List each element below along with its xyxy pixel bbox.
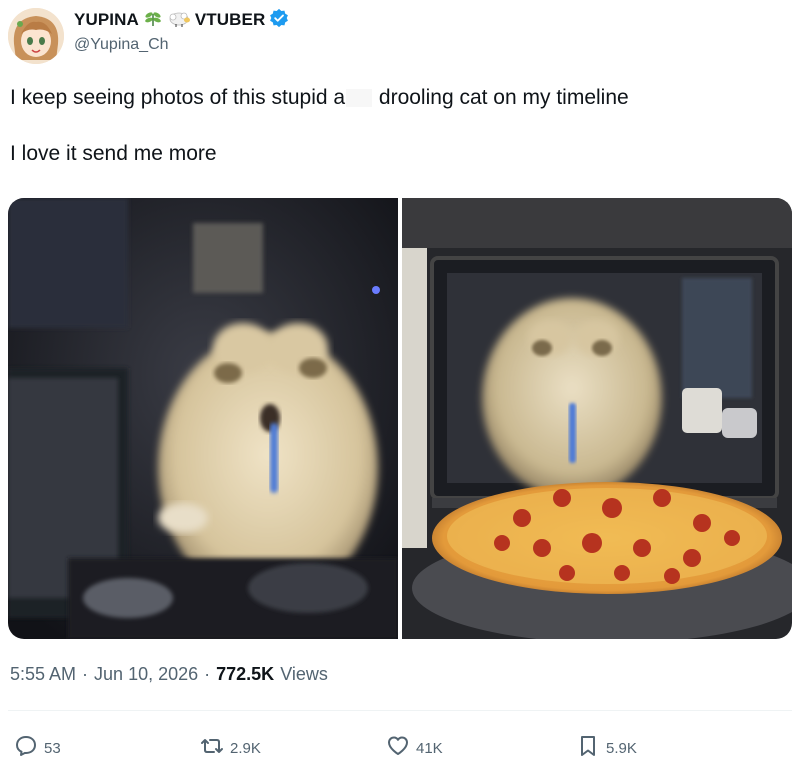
repost-count: 2.9K [230,739,261,757]
tweet-date[interactable]: Jun 10, 2026 [94,664,198,685]
views-label: Views [280,664,328,684]
bookmark-button[interactable]: 5.9K [576,734,637,762]
tweet-actions: 53 2.9K 41K 5.9K [0,728,800,764]
meta-separator: · [204,664,211,684]
repost-icon [200,734,224,762]
like-button[interactable]: 41K [386,734,443,762]
tweet-text-line1-end: drooling cat on my timeline [373,86,629,109]
author-name-row[interactable]: YUPINA VTUBER [74,8,289,32]
meta-separator: · [82,664,89,684]
like-count: 41K [416,739,443,757]
repost-button[interactable]: 2.9K [200,734,261,762]
tweet-text-line2: I love it send me more [10,142,217,165]
author-label[interactable]: VTUBER [195,10,266,30]
author-handle[interactable]: @Yupina_Ch [74,36,169,54]
sheep-emoji-icon [167,8,191,33]
media-photo-cat-microwave-pizza[interactable] [402,198,792,639]
verified-badge-icon[interactable] [269,8,289,33]
media-grid [8,198,792,639]
avatar-illustration [8,8,64,64]
tweet-text: I keep seeing photos of this stupid a dr… [10,84,790,168]
heart-icon [386,734,410,762]
reply-count: 53 [44,739,61,757]
herb-emoji-icon [143,8,163,33]
media-photo-cat-computer[interactable] [8,198,398,639]
tweet-time[interactable]: 5:55 AM [10,664,76,685]
tweet-meta: 5:55 AM · Jun 10, 2026 · 772.5K Views [10,664,328,685]
divider [8,710,792,711]
bookmark-icon [576,734,600,762]
views-count: 772.5K [216,664,275,684]
reply-icon [14,734,38,762]
author-display-name[interactable]: YUPINA [74,10,139,30]
avatar[interactable] [8,8,64,64]
bookmark-count: 5.9K [606,739,637,757]
reply-button[interactable]: 53 [14,734,61,762]
censored-word-blur [346,89,373,108]
tweet-text-line1-start: I keep seeing photos of this stupid a [10,86,346,109]
